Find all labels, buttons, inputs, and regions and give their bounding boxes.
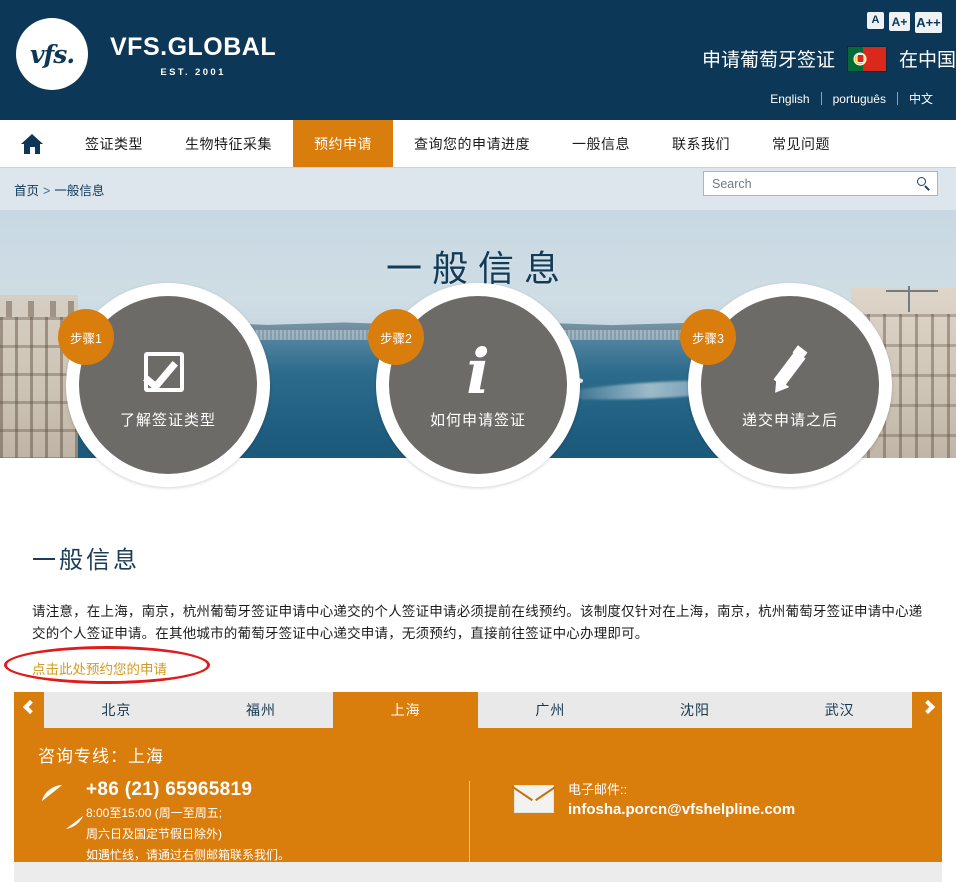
nav-item-general-info[interactable]: 一般信息 bbox=[551, 120, 651, 167]
step-badge: 步骤1 bbox=[58, 309, 114, 365]
contact-panel: 咨询专线：上海 +86 (21) 65965819 8:00至15:00 (周一… bbox=[14, 728, 942, 864]
city-tab-beijing[interactable]: 北京 bbox=[44, 692, 189, 728]
search-button[interactable] bbox=[909, 172, 937, 195]
step-card-after-submission[interactable]: 递交申请之后 步骤3 bbox=[680, 283, 892, 487]
phone-hours-line-2: 周六日及国定节假日除外) bbox=[86, 827, 222, 841]
email-details: 电子邮件:: infosha.porcn@vfshelpline.com bbox=[568, 779, 795, 818]
language-switcher: English português 中文 bbox=[759, 90, 944, 107]
font-size-medium-button[interactable]: A+ bbox=[889, 12, 910, 31]
appointment-link[interactable]: 点击此处预约您的申请 bbox=[32, 662, 167, 677]
logo-wordmark: VFS.GLOBAL EST. 2001 bbox=[110, 31, 276, 78]
phone-icon bbox=[38, 783, 72, 817]
city-tabs-next-button[interactable] bbox=[912, 692, 942, 728]
bottom-strip bbox=[14, 862, 942, 882]
email-label: 电子邮件:: bbox=[568, 782, 628, 797]
language-option-chinese[interactable]: 中文 bbox=[898, 90, 944, 107]
step-card-how-to-apply[interactable]: i 如何申请签证 步骤2 bbox=[368, 283, 580, 487]
city-tab-bar: 北京 福州 上海 广州 沈阳 武汉 bbox=[14, 692, 942, 728]
breadcrumb-home-link[interactable]: 首页 bbox=[14, 184, 39, 198]
section-title: 一般信息 bbox=[32, 547, 140, 574]
step-badge: 步骤3 bbox=[680, 309, 736, 365]
logo-title: VFS.GLOBAL bbox=[110, 32, 277, 61]
city-tabs-list: 北京 福州 上海 广州 沈阳 武汉 bbox=[44, 692, 913, 728]
font-size-large-button[interactable]: A++ bbox=[915, 12, 942, 33]
nav-item-appointment[interactable]: 预约申请 bbox=[293, 120, 393, 167]
city-tab-shanghai[interactable]: 上海 bbox=[333, 692, 479, 728]
city-tab-wuhan[interactable]: 武汉 bbox=[767, 692, 913, 728]
appointment-link-wrapper: 点击此处预约您的申请 bbox=[4, 645, 210, 684]
checkbox-check-icon bbox=[143, 341, 192, 403]
language-option-english[interactable]: English bbox=[759, 92, 820, 106]
chevron-left-icon bbox=[22, 699, 37, 720]
site-header: vfs. VFS.GLOBAL EST. 2001 A A+ A++ 申请葡萄牙… bbox=[0, 0, 956, 120]
step-card-visa-types[interactable]: 了解签证类型 步骤1 bbox=[58, 283, 270, 487]
city-tab-shenyang[interactable]: 沈阳 bbox=[622, 692, 768, 728]
main-navigation: 签证类型 生物特征采集 预约申请 查询您的申请进度 一般信息 联系我们 常见问题 bbox=[0, 120, 956, 168]
home-icon bbox=[21, 133, 43, 154]
font-size-small-button[interactable]: A bbox=[867, 12, 884, 29]
vfs-global-logo[interactable]: vfs. VFS.GLOBAL EST. 2001 bbox=[16, 18, 276, 90]
contact-email-column: 电子邮件:: infosha.porcn@vfshelpline.com bbox=[478, 779, 918, 864]
nav-item-home[interactable] bbox=[0, 120, 64, 167]
envelope-icon bbox=[511, 785, 557, 813]
email-address[interactable]: infosha.porcn@vfshelpline.com bbox=[568, 801, 795, 818]
breadcrumb-current: 一般信息 bbox=[54, 184, 105, 198]
city-tab-fuzhou[interactable]: 福州 bbox=[188, 692, 334, 728]
phone-hours-line-1: 8:00至15:00 (周一至周五; bbox=[86, 806, 223, 820]
page-root: vfs. VFS.GLOBAL EST. 2001 A A+ A++ 申请葡萄牙… bbox=[0, 0, 956, 882]
logo-vfs-text: vfs. bbox=[29, 39, 75, 69]
main-content: 一般信息 请注意，在上海，南京，杭州葡萄牙签证申请中心递交的个人签证申请必须提前… bbox=[0, 520, 956, 684]
step-caption: 了解签证类型 bbox=[119, 411, 216, 429]
search-box[interactable] bbox=[703, 171, 938, 196]
breadcrumb-strip: 首页 > 一般信息 bbox=[0, 168, 956, 210]
logo-circle-mark: vfs. bbox=[16, 18, 88, 90]
pencil-icon bbox=[767, 341, 813, 403]
information-icon: i bbox=[466, 334, 490, 408]
apply-suffix-text: 在中国 bbox=[898, 50, 956, 71]
search-input[interactable] bbox=[704, 172, 909, 195]
nav-item-track-application[interactable]: 查询您的申请进度 bbox=[393, 120, 551, 167]
process-steps: 了解签证类型 步骤1 i 如何申请签证 步骤2 递交申请之后 步骤3 bbox=[0, 283, 956, 515]
search-icon bbox=[916, 177, 930, 191]
breadcrumb: 首页 > 一般信息 bbox=[14, 180, 104, 199]
city-tab-guangzhou[interactable]: 广州 bbox=[478, 692, 623, 728]
chevron-right-icon bbox=[920, 699, 935, 720]
step-caption: 递交申请之后 bbox=[741, 411, 838, 429]
nav-item-biometrics[interactable]: 生物特征采集 bbox=[164, 120, 293, 167]
nav-item-contact-us[interactable]: 联系我们 bbox=[651, 120, 751, 167]
portugal-flag-icon bbox=[846, 45, 887, 72]
apply-prefix-text: 申请葡萄牙签证 bbox=[701, 50, 835, 71]
city-tabs-prev-button[interactable] bbox=[14, 692, 44, 728]
phone-details: +86 (21) 65965819 8:00至15:00 (周一至周五; 周六日… bbox=[86, 779, 290, 864]
language-option-portugues[interactable]: português bbox=[822, 92, 897, 106]
apply-destination-line: 申请葡萄牙签证 在中国 bbox=[702, 45, 956, 72]
step-caption: 如何申请签证 bbox=[429, 411, 526, 429]
contact-divider bbox=[469, 781, 470, 863]
step-badge: 步骤2 bbox=[368, 309, 424, 365]
contact-columns: +86 (21) 65965819 8:00至15:00 (周一至周五; 周六日… bbox=[38, 779, 918, 864]
section-paragraph: 请注意，在上海，南京，杭州葡萄牙签证申请中心递交的个人签证申请必须提前在线预约。… bbox=[32, 604, 923, 642]
contact-phone-column: +86 (21) 65965819 8:00至15:00 (周一至周五; 周六日… bbox=[38, 779, 478, 864]
logo-established: EST. 2001 bbox=[160, 66, 226, 78]
contact-title: 咨询专线：上海 bbox=[38, 747, 164, 766]
font-size-controls: A A+ A++ bbox=[867, 12, 942, 33]
nav-item-faq[interactable]: 常见问题 bbox=[751, 120, 851, 167]
phone-number[interactable]: +86 (21) 65965819 bbox=[86, 779, 290, 801]
nav-item-visa-types[interactable]: 签证类型 bbox=[64, 120, 164, 167]
breadcrumb-separator: > bbox=[43, 184, 51, 198]
